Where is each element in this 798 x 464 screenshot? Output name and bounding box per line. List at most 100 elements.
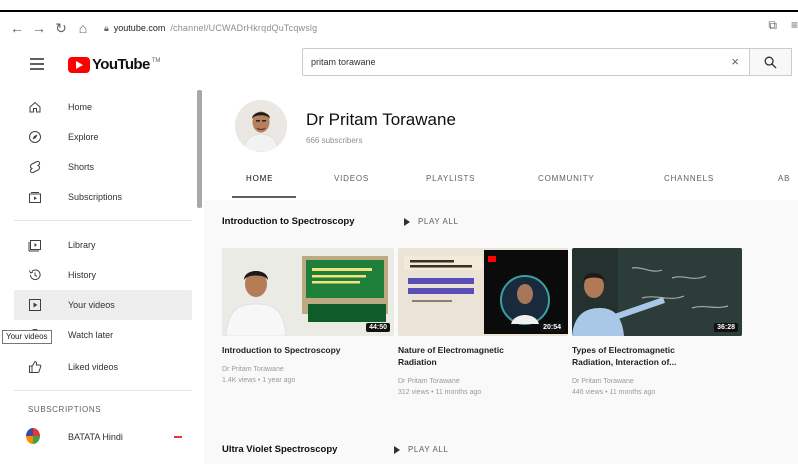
video-meta: Dr Pritam Torawane 446 views • 11 months… xyxy=(572,376,740,398)
video-stats: 1.4K views • 1 year ago xyxy=(222,377,296,384)
sidebar-item-shorts[interactable]: Shorts xyxy=(14,152,192,182)
tooltip: Your videos xyxy=(2,330,52,344)
video-title[interactable]: Types of Electromagnetic Radiation, Inte… xyxy=(572,344,740,368)
sidebar-item-label: Shorts xyxy=(68,162,95,172)
share-icon[interactable]: ⧉ xyxy=(768,18,777,33)
play-square-icon xyxy=(28,298,42,312)
video-title-line: Types of Electromagnetic xyxy=(572,345,675,355)
channel-page: Dr Pritam Torawane 666 subscribers HOME … xyxy=(204,88,798,464)
video-title-line: Radiation xyxy=(398,357,437,367)
sidebar-divider xyxy=(14,390,192,391)
library-icon xyxy=(28,238,42,252)
sidebar-item-history[interactable]: History xyxy=(14,260,192,290)
tab-videos[interactable]: VIDEOS xyxy=(334,174,369,183)
search-input[interactable]: pritam torawane × xyxy=(302,48,750,76)
shelf-title[interactable]: Introduction to Spectroscopy xyxy=(222,216,354,227)
video-duration: 20:54 xyxy=(540,323,564,332)
video-title[interactable]: Introduction to Spectroscopy xyxy=(222,344,390,356)
sidebar-scrollbar[interactable] xyxy=(197,90,202,208)
subscriptions-heading: SUBSCRIPTIONS xyxy=(28,405,102,414)
search-icon xyxy=(764,56,777,69)
clear-search-icon[interactable]: × xyxy=(731,54,739,69)
video-stats: 312 views • 11 months ago xyxy=(398,389,482,396)
shorts-icon xyxy=(28,160,42,174)
sidebar-item-label: Explore xyxy=(68,132,99,142)
video-meta: Dr Pritam Torawane 1.4K views • 1 year a… xyxy=(222,364,390,386)
tab-about[interactable]: AB xyxy=(778,174,790,183)
youtube-logo[interactable]: YouTube TM xyxy=(68,56,160,73)
menu-icon[interactable] xyxy=(30,58,44,70)
channel-header: Dr Pritam Torawane 666 subscribers HOME … xyxy=(204,88,798,200)
search-button[interactable] xyxy=(750,48,792,76)
video-thumbnail[interactable]: 44:50 xyxy=(222,248,394,336)
video-title-line: Radiation, Interaction of... xyxy=(572,357,677,367)
sidebar: Home Explore Shorts Subscriptions Librar… xyxy=(14,88,200,464)
reload-icon[interactable]: ↻ xyxy=(50,17,72,39)
sidebar-item-home[interactable]: Home xyxy=(14,92,192,122)
sidebar-item-subscriptions[interactable]: Subscriptions xyxy=(14,182,192,212)
subscriber-count: 666 subscribers xyxy=(306,136,363,145)
sidebar-item-liked-videos[interactable]: Liked videos xyxy=(14,352,192,382)
video-title-line: Introduction to Spectroscopy xyxy=(222,345,341,355)
sidebar-item-label: Your videos xyxy=(68,300,115,310)
play-all-label: PLAY ALL xyxy=(418,217,459,226)
video-meta: Dr Pritam Torawane 312 views • 11 months… xyxy=(398,376,566,398)
video-channel[interactable]: Dr Pritam Torawane xyxy=(572,376,740,387)
video-channel[interactable]: Dr Pritam Torawane xyxy=(398,376,566,387)
sidebar-item-label: Subscriptions xyxy=(68,192,123,202)
tab-community[interactable]: COMMUNITY xyxy=(538,174,595,183)
play-all-label: PLAY ALL xyxy=(408,445,449,454)
play-icon xyxy=(404,217,410,226)
shelf-title[interactable]: Ultra Violet Spectroscopy xyxy=(222,444,337,455)
tab-playlists[interactable]: PLAYLISTS xyxy=(426,174,475,183)
sidebar-item-label: Home xyxy=(68,102,93,112)
home-icon xyxy=(28,100,42,114)
video-thumbnail[interactable]: 20:54 xyxy=(398,248,568,336)
url-path: /channel/UCWADrHkrqdQuTcqwslg xyxy=(170,23,318,33)
sidebar-item-label: Library xyxy=(68,240,96,250)
video-stats: 446 views • 11 months ago xyxy=(572,389,656,396)
home-browser-icon[interactable]: ⌂ xyxy=(72,17,94,39)
play-all-button[interactable]: PLAY ALL xyxy=(394,445,449,454)
sidebar-item-your-videos[interactable]: Your videos xyxy=(14,290,192,320)
subscription-channel-label: BATATA Hindi xyxy=(68,432,123,442)
play-all-button[interactable]: PLAY ALL xyxy=(404,217,459,226)
video-thumbnail[interactable]: 36:28 xyxy=(572,248,742,336)
address-bar[interactable]: 🔒︎ youtube.com/channel/UCWADrHkrqdQuTcqw… xyxy=(104,23,317,34)
video-title-line: Nature of Electromagnetic xyxy=(398,345,504,355)
back-arrow-icon[interactable]: ← xyxy=(6,17,28,39)
video-channel[interactable]: Dr Pritam Torawane xyxy=(222,364,390,375)
play-icon xyxy=(394,445,400,454)
channel-name: Dr Pritam Torawane xyxy=(306,110,456,129)
play-logo-icon xyxy=(68,56,90,73)
active-tab-indicator xyxy=(232,196,296,198)
channel-avatar xyxy=(26,428,40,444)
video-duration: 36:28 xyxy=(714,323,738,332)
thumbs-up-icon xyxy=(28,360,42,374)
channel-avatar[interactable] xyxy=(235,100,287,152)
compass-icon xyxy=(28,130,42,144)
sidebar-item-label: Watch later xyxy=(68,330,114,340)
channel-tabs: HOME VIDEOS PLAYLISTS COMMUNITY CHANNELS… xyxy=(204,160,798,200)
logo-text: YouTube xyxy=(92,56,150,73)
logo-tm: TM xyxy=(151,57,161,64)
tab-channels[interactable]: CHANNELS xyxy=(664,174,714,183)
video-title[interactable]: Nature of Electromagnetic Radiation xyxy=(398,344,566,368)
sidebar-item-label: Liked videos xyxy=(68,362,119,372)
search-query: pritam torawane xyxy=(311,57,376,67)
tab-home[interactable]: HOME xyxy=(246,174,273,183)
live-indicator-icon xyxy=(174,436,182,438)
browser-toolbar: ← → ↻ ⌂ 🔒︎ youtube.com/channel/UCWADrHkr… xyxy=(0,10,798,44)
history-icon xyxy=(28,268,42,282)
sidebar-item-library[interactable]: Library xyxy=(14,230,192,260)
forward-arrow-icon[interactable]: → xyxy=(28,17,50,39)
sidebar-divider xyxy=(14,220,192,221)
sidebar-item-explore[interactable]: Explore xyxy=(14,122,192,152)
video-duration: 44:50 xyxy=(366,323,390,332)
url-host: youtube.com xyxy=(113,23,166,33)
sidebar-item-label: History xyxy=(68,270,97,280)
extensions-icon[interactable]: ≡ xyxy=(791,18,798,33)
subscriptions-icon xyxy=(28,190,42,204)
sidebar-subscription-item[interactable]: BATATA Hindi xyxy=(14,422,192,452)
lock-icon: 🔒︎ xyxy=(104,22,109,33)
